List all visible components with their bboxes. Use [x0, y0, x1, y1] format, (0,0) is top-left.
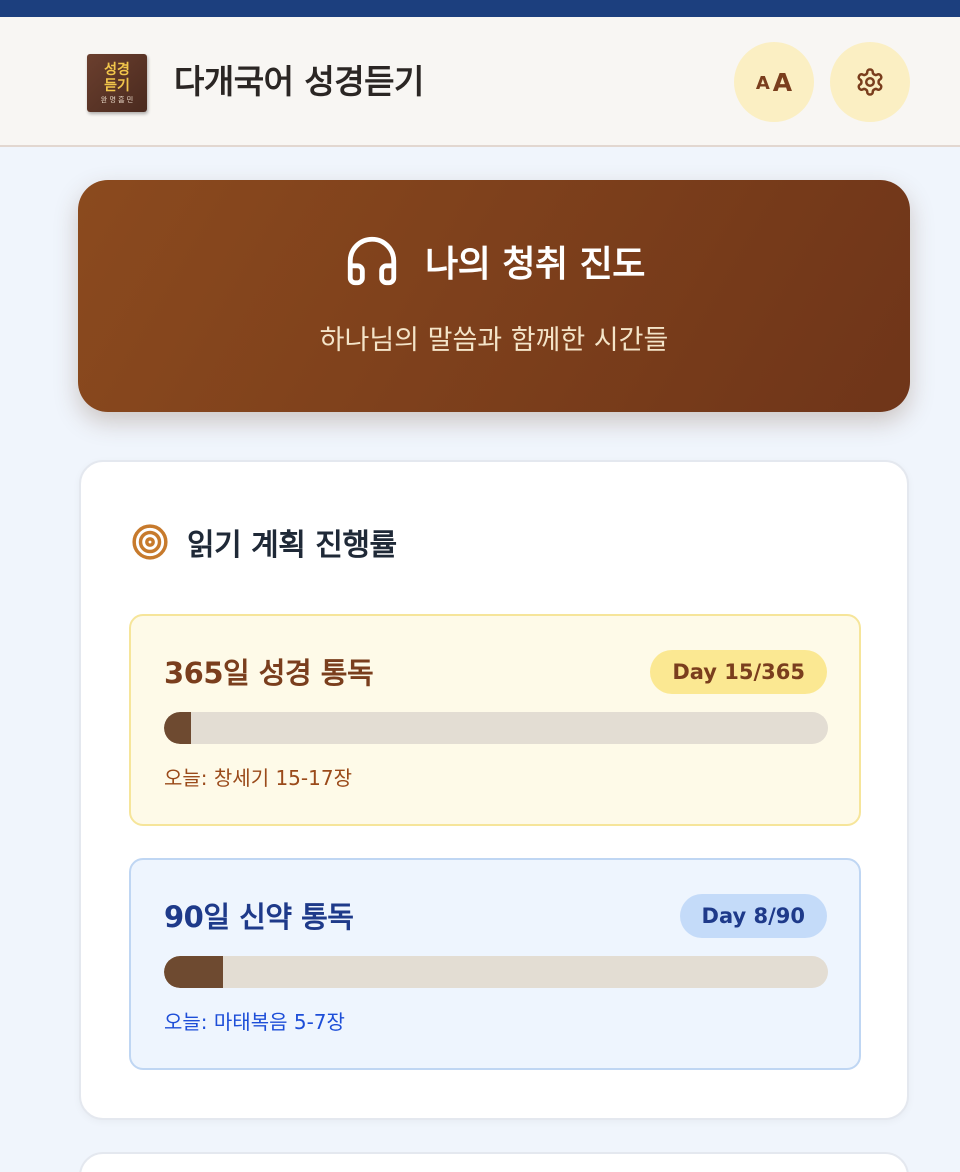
- progress-fill: [164, 956, 224, 988]
- plan-name: 365일 성경 통독: [164, 656, 374, 690]
- progress-track: [164, 712, 828, 744]
- today-reading: 오늘: 마태복음 5-7장: [164, 1010, 345, 1034]
- target-icon: [132, 524, 168, 560]
- app-header: 성경 듣기 완 명 흠 민 다개국어 성경듣기 A A: [0, 17, 960, 147]
- app-logo[interactable]: 성경 듣기 완 명 흠 민: [87, 54, 147, 112]
- plan-item-365-day[interactable]: 365일 성경 통독 Day 15/365 오늘: 창세기 15-17장: [129, 614, 861, 826]
- logo-text-line1: 성경: [104, 61, 130, 78]
- gear-icon: [857, 68, 883, 96]
- settings-button[interactable]: [830, 42, 910, 122]
- listening-progress-hero: 나의 청취 진도 하나님의 말씀과 함께한 시간들: [78, 180, 910, 412]
- app-title: 다개국어 성경듣기: [174, 62, 424, 101]
- font-size-icon-small: A: [755, 72, 770, 94]
- plan-name: 90일 신약 통독: [164, 900, 354, 934]
- day-badge: Day 15/365: [650, 650, 827, 694]
- logo-text-line3: 완 명 흠 민: [100, 95, 134, 104]
- card-title: 읽기 계획 진행률: [187, 528, 397, 563]
- logo-text-line2: 듣기: [104, 77, 130, 94]
- font-size-icon-large: A: [772, 67, 793, 97]
- day-badge: Day 8/90: [679, 894, 827, 938]
- headphones-icon: [347, 236, 397, 286]
- next-card: [79, 1152, 909, 1172]
- hero-subtitle: 하나님의 말씀과 함께한 시간들: [319, 325, 669, 356]
- reading-plan-progress-card: 읽기 계획 진행률 365일 성경 통독 Day 15/365 오늘: 창세기 …: [79, 460, 909, 1120]
- hero-title: 나의 청취 진도: [425, 244, 645, 285]
- progress-track: [164, 956, 828, 988]
- today-reading: 오늘: 창세기 15-17장: [164, 766, 352, 790]
- font-size-button[interactable]: A A: [734, 42, 814, 122]
- progress-fill: [164, 712, 192, 744]
- plan-item-90-day[interactable]: 90일 신약 통독 Day 8/90 오늘: 마태복음 5-7장: [129, 858, 861, 1070]
- top-accent-bar: [0, 0, 960, 17]
